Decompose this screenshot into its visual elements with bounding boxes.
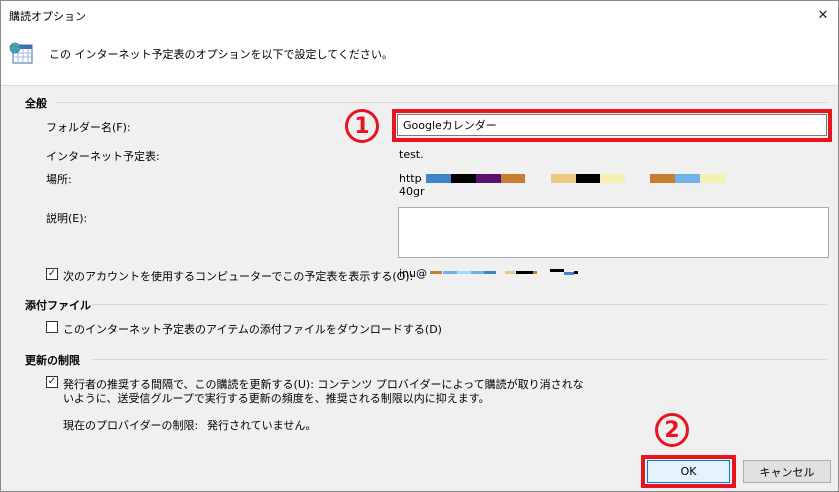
redaction-block [484,271,496,274]
internet-calendar-value: test. [399,148,424,161]
close-icon[interactable]: ✕ [814,7,832,23]
section-attachments-title: 添付ファイル [25,299,91,312]
show-calendar-label[interactable]: 次のアカウントを使用するコンピューターでこの予定表を表示する(O): [63,268,413,284]
publisher-interval-checkbox[interactable]: ✓ [46,376,58,388]
redaction-block [564,272,574,275]
download-attachments-checkbox[interactable] [46,321,58,333]
section-update-limit-title: 更新の制限 [25,354,80,367]
annotation-step-2: 2 [655,413,689,447]
location-label: 場所: [46,173,72,186]
download-attachments-label[interactable]: このインターネット予定表のアイテムの添付ファイルをダウンロードする(D) [63,321,442,337]
description-label: 説明(E): [46,212,88,225]
show-calendar-checkbox[interactable]: ✓ [46,268,58,280]
account-email-prefix: inu@ [399,267,427,280]
section-divider [92,304,827,305]
redaction-block [451,174,476,183]
redaction-block [457,271,471,274]
provider-limit-value: 発行されていません。 [207,419,317,432]
redaction-block [550,269,564,272]
calendar-globe-icon [9,42,33,64]
window-title: 購読オプション [9,10,86,23]
location-url-prefix: http [399,172,422,185]
section-divider [56,102,827,103]
redaction-block [505,271,515,274]
redaction-block [430,271,442,274]
redaction-block [476,174,501,183]
redaction-block [650,174,675,183]
redaction-block [576,174,600,183]
folder-name-label: フォルダー名(F): [46,121,131,134]
redaction-block [533,271,537,274]
cancel-button[interactable]: キャンセル [743,460,831,483]
redaction-block [675,174,700,183]
publisher-interval-label-line2: いように、送受信グループで実行する更新の頻度を、推奨される制限以内に抑えます。 [63,392,490,405]
section-general-title: 全般 [25,97,47,110]
redaction-block [516,271,533,274]
internet-calendar-label: インターネット予定表: [46,150,160,163]
redaction-block [574,271,578,274]
redaction-block [426,174,451,183]
section-divider [92,359,827,360]
header-instruction: この インターネット予定表のオプションを以下で設定してください。 [49,48,393,61]
checkmark-icon: ✓ [47,376,57,387]
annotation-frame-ok [641,455,736,488]
annotation-frame-folder [392,109,832,142]
redaction-block [501,174,525,183]
redaction-block [471,271,484,274]
annotation-step-1: 1 [345,109,379,143]
description-textarea[interactable] [398,207,829,258]
title-bar: 購読オプション ✕ [1,1,838,29]
redaction-block [443,271,457,274]
location-url-suffix: 40gr [399,185,425,198]
redaction-block [700,174,725,183]
redaction-block [600,174,625,183]
checkmark-icon: ✓ [47,268,57,279]
provider-limit-label: 現在のプロバイダーの制限: [63,419,199,432]
redaction-block [551,174,576,183]
